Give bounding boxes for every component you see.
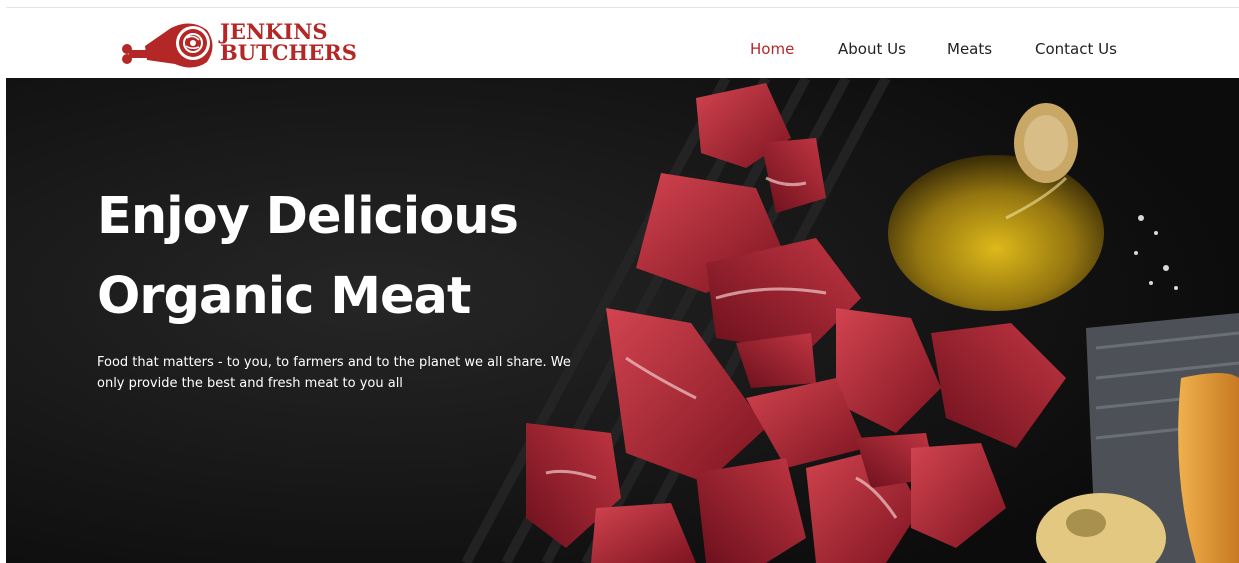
nav-meats[interactable]: Meats (947, 40, 992, 58)
nav-about-us[interactable]: About Us (838, 40, 906, 58)
navbar: JENKINS BUTCHERS Home About Us Meats Con… (6, 8, 1239, 78)
nav-contact-us[interactable]: Contact Us (1035, 40, 1117, 58)
hero-title-line2: Organic Meat (97, 267, 471, 326)
nav-home[interactable]: Home (750, 40, 794, 58)
brand-line1: JENKINS (220, 19, 328, 44)
brand-logo[interactable]: JENKINS BUTCHERS (119, 16, 357, 68)
brand-line2: BUTCHERS (220, 40, 357, 65)
ham-leg-icon (122, 23, 213, 68)
brand-name: JENKINS BUTCHERS (220, 21, 357, 63)
hero-description: Food that matters - to you, to farmers a… (97, 355, 571, 391)
hero-title: Enjoy Delicious Organic Meat (97, 177, 519, 337)
hero-banner: Enjoy Delicious Organic Meat Food that m… (6, 78, 1239, 563)
hero-title-line1: Enjoy Delicious (97, 187, 519, 246)
